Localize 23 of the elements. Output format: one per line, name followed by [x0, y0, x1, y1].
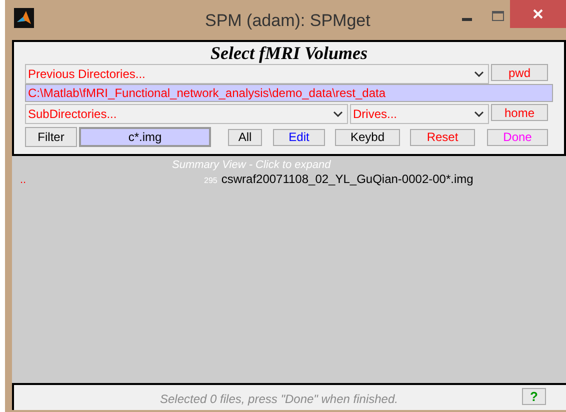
- toolbar-button[interactable]: Keybd: [335, 128, 400, 146]
- maximize-icon[interactable]: [492, 11, 504, 21]
- close-icon: [533, 9, 543, 19]
- filter-field[interactable]: c*.img: [79, 127, 211, 147]
- help-button[interactable]: ?: [522, 388, 546, 405]
- parent-directory-entry[interactable]: ..: [20, 172, 26, 188]
- file-entry[interactable]: cswraf20071108_02_YL_GuQian-0002-00*.img: [221, 170, 474, 188]
- previous-directories-dropdown[interactable]: Previous Directories...: [25, 64, 489, 84]
- current-directory-field[interactable]: C:\Matlab\fMRI_Functional_network_analysis\demo_data\rest_data: [25, 84, 553, 102]
- status-message: Selected 0 files, press "Done" when finished.: [160, 391, 398, 408]
- app-logo-icon: [14, 8, 34, 28]
- toolbar-button[interactable]: Edit: [273, 128, 325, 146]
- window-title: SPM (adam): SPMget: [205, 10, 370, 32]
- subdirectories-dropdown[interactable]: SubDirectories...: [25, 104, 348, 124]
- toolbar-button[interactable]: All: [228, 128, 262, 146]
- filter-button[interactable]: Filter: [25, 127, 77, 147]
- toolbar-button[interactable]: Done: [487, 128, 548, 146]
- home-button[interactable]: home: [491, 104, 548, 121]
- toolbar-button[interactable]: Reset: [410, 128, 475, 146]
- drives-dropdown[interactable]: Drives...: [350, 104, 489, 124]
- pwd-button[interactable]: pwd: [491, 64, 548, 81]
- close-button[interactable]: [510, 0, 566, 28]
- dialog-heading: Select fMRI Volumes: [209, 42, 368, 64]
